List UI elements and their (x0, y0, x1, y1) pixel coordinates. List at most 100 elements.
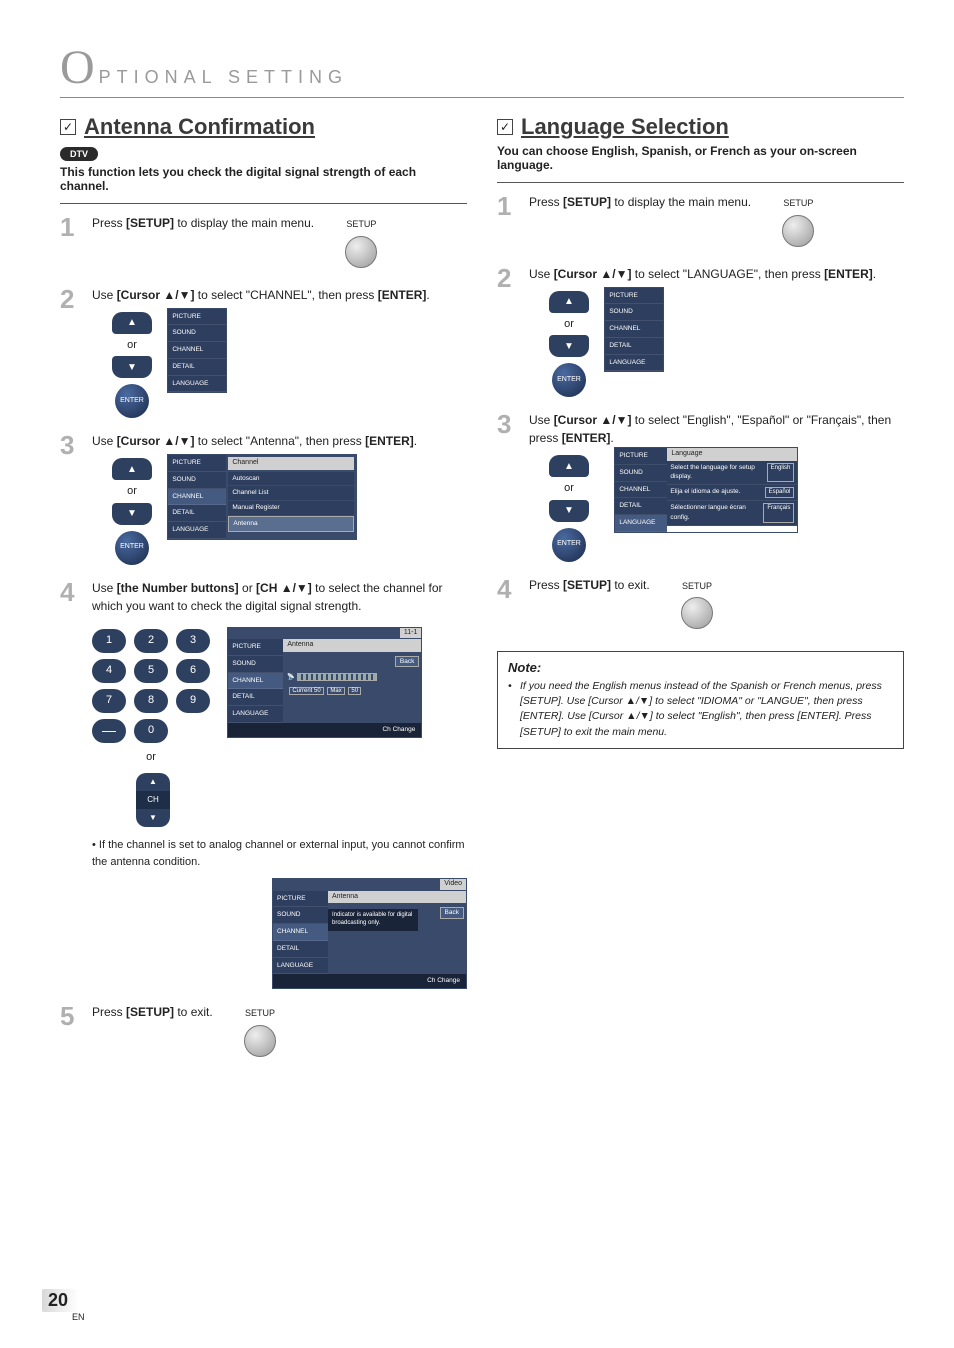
t: Press (92, 1005, 126, 1019)
key-0: 0 (134, 719, 168, 743)
step-num: 4 (60, 579, 80, 990)
osd-channel-menu: PICTURE SOUND CHANNEL DETAIL LANGUAGE Ch… (167, 454, 357, 540)
step-num: 2 (60, 286, 80, 419)
setup-remote: SETUP (681, 576, 713, 634)
t: [Cursor ▲/▼] (117, 288, 195, 302)
step-num: 5 (60, 1003, 80, 1061)
osd-item: PICTURE (615, 448, 667, 465)
t: [ENTER] (824, 267, 873, 281)
step-4r: 4 Press [SETUP] to exit. SETUP (497, 576, 904, 634)
t: to exit. (174, 1005, 213, 1019)
osd-item: SOUND (605, 304, 663, 321)
t: Press (529, 578, 563, 592)
t: [the Number buttons] (117, 581, 239, 595)
t: [SETUP] (126, 1005, 174, 1019)
arrow-up-icon: ▲ (549, 455, 589, 477)
step-1r: 1 Press [SETUP] to display the main menu… (497, 193, 904, 251)
setup-label: SETUP (345, 218, 377, 232)
osd-item: LANGUAGE (228, 706, 283, 723)
osd-item: CHANNEL (228, 673, 283, 690)
section-title-antenna: Antenna Confirmation (84, 114, 315, 140)
osd-lang-opt: English (767, 463, 795, 483)
col-right: ✓ Language Selection You can choose Engl… (497, 114, 904, 1075)
arrow-up-icon: ▲ (549, 291, 589, 313)
setup-remote: SETUP (244, 1003, 276, 1061)
arrow-down-icon: ▼ (112, 356, 152, 378)
t: [ENTER] (365, 434, 414, 448)
arrow-down-icon: ▼ (549, 500, 589, 522)
intro-left: This function lets you check the digital… (60, 165, 467, 193)
t: [SETUP] (563, 195, 611, 209)
step-num: 3 (497, 411, 517, 562)
setup-label: SETUP (782, 197, 814, 211)
page-heading: O PTIONAL SETTING (60, 40, 904, 95)
t: Use (92, 581, 117, 595)
step4-note: If the channel is set to analog channel … (92, 837, 467, 870)
enter-button-icon: ENTER (552, 363, 586, 397)
t: [ENTER] (562, 431, 611, 445)
osd-video-tag: Video (440, 879, 466, 890)
t: Use (529, 413, 554, 427)
t: to exit. (611, 578, 650, 592)
t: Use (92, 434, 117, 448)
ch-up-icon: ▲ (136, 773, 170, 791)
osd-lang-label: Sélectionner langue écran config. (670, 503, 763, 523)
max-label: Max (327, 687, 344, 695)
key-5: 5 (134, 659, 168, 683)
osd-item: LANGUAGE (605, 355, 663, 372)
step-rule (497, 182, 904, 183)
setup-button-icon (681, 597, 713, 629)
key-6: 6 (176, 659, 210, 683)
key-1: 1 (92, 629, 126, 653)
t: or (239, 581, 256, 595)
osd-title: Language (667, 448, 797, 461)
osd-item: DETAIL (615, 498, 667, 515)
page-number-value: 20 (42, 1289, 78, 1312)
osd-main-menu: PICTURE SOUND CHANNEL DETAIL LANGUAGE (167, 308, 227, 394)
step-3: 3 Use [Cursor ▲/▼] to select "Antenna", … (60, 432, 467, 565)
antenna-icon: 📡 (287, 675, 294, 681)
osd-item: Antenna (228, 516, 354, 532)
setup-button-icon (244, 1025, 276, 1057)
osd-item: SOUND (273, 907, 328, 924)
osd-title: Antenna (283, 639, 421, 652)
or-text: or (127, 483, 137, 500)
t: to display the main menu. (611, 195, 751, 209)
osd-antenna-video: Video PICTURE SOUND CHANNEL DETAIL LANGU… (272, 878, 467, 989)
t: Press (92, 216, 126, 230)
arrow-down-icon: ▼ (549, 335, 589, 357)
cursor-remote: ▲ or ▼ ENTER (112, 312, 152, 419)
ch-down-icon: ▼ (136, 809, 170, 827)
t: [Cursor ▲/▼] (554, 413, 632, 427)
or-text: or (564, 316, 574, 333)
intro-right: You can choose English, Spanish, or Fren… (497, 144, 904, 172)
t: [Cursor ▲/▼] (554, 267, 632, 281)
check-icon: ✓ (497, 119, 513, 135)
t: [Cursor ▲/▼] (117, 434, 195, 448)
osd-item: LANGUAGE (273, 958, 328, 975)
osd-item: PICTURE (228, 639, 283, 656)
page-number: 20 EN (42, 1289, 85, 1322)
check-icon: ✓ (60, 119, 76, 135)
step-num: 1 (497, 193, 517, 251)
note-title: Note: (508, 660, 893, 675)
current-label: Current 50 (289, 687, 323, 695)
step-1: 1 Press [SETUP] to display the main menu… (60, 214, 467, 272)
ch-label: CH (136, 791, 170, 809)
t: [SETUP] (563, 578, 611, 592)
t: Use (529, 267, 554, 281)
key-2: 2 (134, 629, 168, 653)
osd-item: SOUND (168, 472, 226, 489)
osd-item: CHANNEL (168, 489, 226, 506)
key-8: 8 (134, 689, 168, 713)
step-num: 2 (497, 265, 517, 398)
t: [SETUP] (126, 216, 174, 230)
setup-button-icon (345, 236, 377, 268)
osd-indicator-msg: Indicator is available for digital broad… (328, 909, 418, 931)
setup-label: SETUP (681, 580, 713, 594)
osd-item: PICTURE (168, 455, 226, 472)
osd-item: CHANNEL (168, 342, 226, 359)
setup-remote: SETUP (782, 193, 814, 251)
setup-label: SETUP (244, 1007, 276, 1021)
osd-item: LANGUAGE (168, 522, 226, 539)
